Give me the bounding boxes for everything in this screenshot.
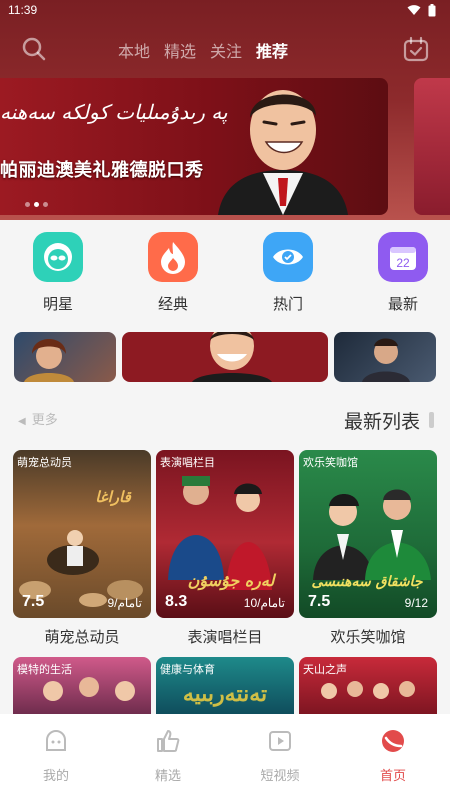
status-icons xyxy=(407,3,437,17)
flame-icon xyxy=(148,232,198,282)
rating-score: 7.5 xyxy=(308,593,331,610)
header-area: 11:39 本地 精选 关注 推荐 ﭘﻪ ﺭﯨﺪﯗﻣﯩﻠﻴﺎﺕ ﻛﻮﻟﻜﻪ ﺳﻪ… xyxy=(0,0,450,220)
category-row: 明星 经典 热门 22 最新 xyxy=(0,232,450,322)
program-poster: ﺟﺎﺷﻘﺎﻕ ﺳﻪﮬﻨﯩﺴﻰ 欢乐笑咖馆 7.5 9/12 xyxy=(299,450,437,618)
category-stars[interactable]: 明星 xyxy=(23,232,93,314)
banner-dot-active xyxy=(34,202,39,207)
search-icon[interactable] xyxy=(20,35,48,63)
strip-thumbnail[interactable] xyxy=(122,332,328,382)
program-tag: 萌宠总动员 xyxy=(17,456,72,469)
nav-item-home[interactable]: 首页 xyxy=(363,728,423,784)
status-time: 11:39 xyxy=(8,3,38,17)
section-title: 最新列表 xyxy=(343,411,420,433)
category-label: 经典 xyxy=(157,295,188,313)
category-newest[interactable]: 22 最新 xyxy=(368,232,438,314)
nav-label: 精选 xyxy=(154,769,181,784)
category-hot[interactable]: 热门 xyxy=(253,232,323,314)
program-poster: ﻗﺎﺭﺍﻏﺎ 萌宠总动员 7.5 9/تامام xyxy=(13,450,151,618)
tab-recommended[interactable]: 推荐 xyxy=(256,38,288,62)
category-label: 明星 xyxy=(42,295,73,313)
program-tag: 天山之声 xyxy=(303,663,347,676)
program-card[interactable]: 天山之声 xyxy=(299,657,437,717)
latest-section-header: ◀ 更多 最新列表 xyxy=(0,405,450,435)
nav-label: 短视频 xyxy=(260,769,300,784)
program-poster: ﺗﻪﻧﺘﻪﺭﺑﯩﻴﻪ 健康与体育 xyxy=(156,657,294,717)
strip-thumbnail[interactable] xyxy=(334,332,436,382)
calendar-check-icon[interactable] xyxy=(402,35,430,63)
program-title: 萌宠总动员 xyxy=(44,628,120,646)
program-tag: 模特的生活 xyxy=(17,663,72,676)
category-classic[interactable]: 经典 xyxy=(138,232,208,314)
more-link[interactable]: ◀ 更多 xyxy=(18,409,58,428)
poster-title-text: ﻗﺎﺭﺍﻏﺎ xyxy=(95,488,131,506)
nav-item-short-video[interactable]: 短视频 xyxy=(250,728,310,784)
program-tag: 表演唱栏目 xyxy=(160,456,215,469)
program-tag: 健康与体育 xyxy=(160,663,215,676)
banner-host-illustration xyxy=(218,90,348,215)
program-card[interactable]: 模特的生活 xyxy=(13,657,151,717)
banner-next-slide[interactable] xyxy=(414,78,450,215)
thumbnail-strip xyxy=(0,332,450,384)
category-label: 最新 xyxy=(387,295,418,313)
tab-local[interactable]: 本地 xyxy=(118,38,150,62)
tab-following[interactable]: 关注 xyxy=(210,38,242,62)
top-tabs: 本地 精选 关注 推荐 xyxy=(118,38,288,62)
more-label: 更多 xyxy=(31,413,58,428)
banner-title: 帕丽迪澳美礼雅德脱口秀 xyxy=(0,160,204,181)
tab-featured[interactable]: 精选 xyxy=(164,38,196,62)
poster-title-text: ﻟﻪﺭﻩ ﺟﯘﺳﯘﻥ xyxy=(188,571,277,591)
program-card[interactable]: ﺗﻪﻧﺘﻪﺭﺑﯩﻴﻪ 健康与体育 xyxy=(156,657,294,717)
program-poster: 天山之声 xyxy=(299,657,437,717)
strip-thumbnail[interactable] xyxy=(14,332,116,382)
episode-count: 9/12 xyxy=(404,596,428,610)
banner-dot xyxy=(43,202,48,207)
program-card[interactable]: ﺟﺎﺷﻘﺎﻕ ﺳﻪﮬﻨﯩﺴﻰ 欢乐笑咖馆 7.5 9/12 欢乐笑咖馆 xyxy=(299,450,437,647)
svg-text:ﺗﻪﻧﺘﻪﺭﺑﯩﻴﻪ: ﺗﻪﻧﺘﻪﺭﺑﯩﻴﻪ xyxy=(183,681,267,707)
program-poster: ﻟﻪﺭﻩ ﺟﯘﺳﯘﻥ 表演唱栏目 8.3 10/تامام xyxy=(156,450,294,618)
thumbs-up-icon xyxy=(157,730,180,752)
rating-score: 7.5 xyxy=(22,593,45,610)
nav-label: 我的 xyxy=(42,769,69,784)
nav-item-mine[interactable]: 我的 xyxy=(26,728,86,784)
wifi-icon xyxy=(407,5,420,15)
banner-script-text: ﭘﻪ ﺭﯨﺪﯗﻣﯩﻠﻴﺎﺕ ﻛﻮﻟﻜﻪ ﺳﻪﮬﻨﻪ xyxy=(0,100,228,124)
rating-score: 8.3 xyxy=(165,593,188,610)
profile-icon xyxy=(46,730,66,751)
episode-count: 9/تامام xyxy=(107,596,142,610)
program-title: 表演唱栏目 xyxy=(187,628,263,646)
nav-item-featured[interactable]: 精选 xyxy=(138,728,198,784)
banner-slide[interactable]: ﭘﻪ ﺭﯨﺪﯗﻣﯩﻠﻴﺎﺕ ﻛﻮﻟﻜﻪ ﺳﻪﮬﻨﻪ 帕丽迪澳美礼雅德脱口秀 xyxy=(0,78,388,215)
program-card[interactable]: ﻗﺎﺭﺍﻏﺎ 萌宠总动员 7.5 9/تامام 萌宠总动员 xyxy=(13,450,151,647)
program-tag: 欢乐笑咖馆 xyxy=(303,456,358,469)
triangle-left-icon: ◀ xyxy=(18,416,26,427)
bottom-nav: 我的 精选 短视频 首页 xyxy=(0,714,450,800)
banner-indicator xyxy=(25,202,48,207)
program-card[interactable]: ﻟﻪﺭﻩ ﺟﯘﺳﯘﻥ 表演唱栏目 8.3 10/تامام 表演唱栏目 xyxy=(156,450,294,647)
battery-icon xyxy=(428,3,436,16)
banner-dot xyxy=(25,202,30,207)
program-poster: 模特的生活 xyxy=(13,657,151,717)
category-label: 热门 xyxy=(272,295,303,313)
star-face-icon xyxy=(33,232,83,282)
short-video-icon xyxy=(269,731,291,751)
poster-title-text: ﺟﺎﺷﻘﺎﻕ ﺳﻪﮬﻨﯩﺴﻰ xyxy=(312,574,424,590)
home-icon xyxy=(382,730,404,752)
calendar-icon: 22 xyxy=(378,232,428,282)
program-title: 欢乐笑咖馆 xyxy=(330,628,406,646)
section-title-bar xyxy=(429,412,434,428)
nav-label: 首页 xyxy=(379,769,406,784)
status-bar: 11:39 xyxy=(0,0,450,22)
calendar-badge-number: 22 xyxy=(396,256,410,270)
episode-count: 10/تامام xyxy=(243,596,285,610)
eye-icon xyxy=(263,232,313,282)
